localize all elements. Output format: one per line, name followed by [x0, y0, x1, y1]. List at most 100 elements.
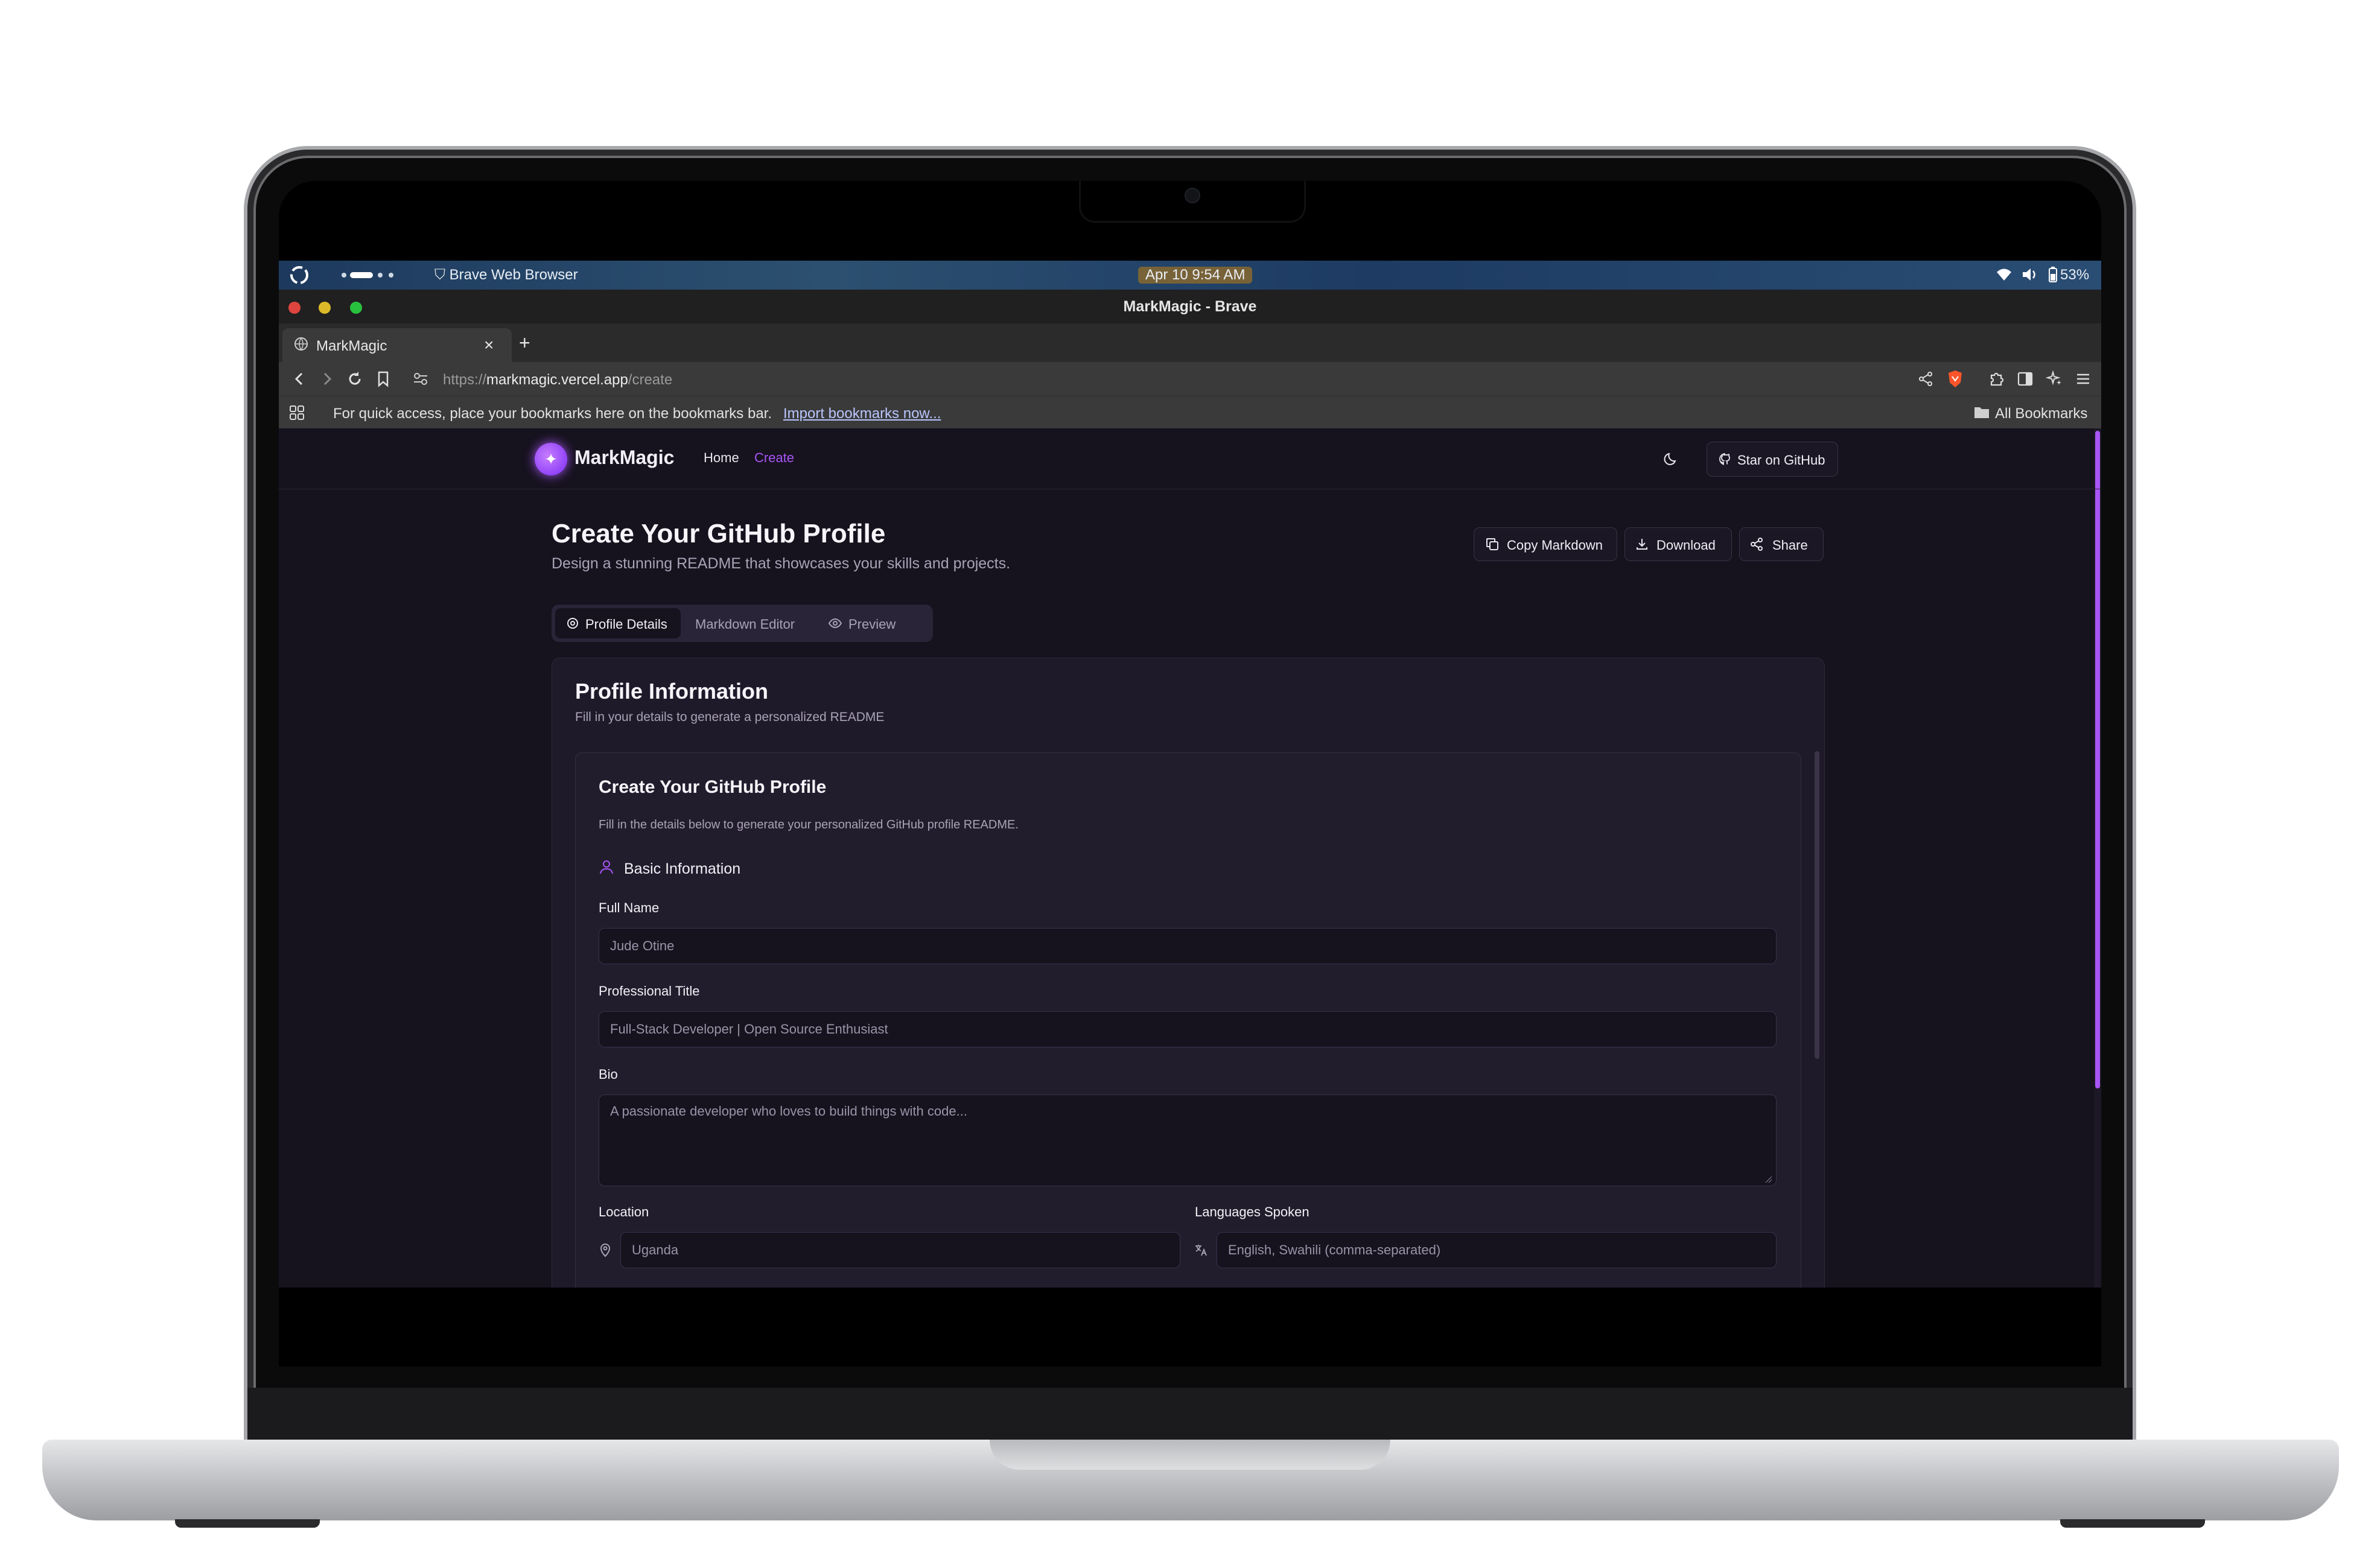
- browser-toolbar: https://markmagic.vercel.app/create: [279, 362, 2101, 396]
- share-button[interactable]: Share: [1739, 527, 1824, 561]
- tab-preview[interactable]: Preview: [848, 617, 896, 632]
- professional-title-input[interactable]: Full-Stack Developer | Open Source Enthu…: [599, 1011, 1777, 1047]
- site-settings-icon[interactable]: [413, 372, 428, 386]
- camera-icon: [1185, 188, 1200, 203]
- professional-title-label: Professional Title: [599, 983, 700, 999]
- user-icon: [599, 859, 614, 875]
- battery-icon[interactable]: [2048, 267, 2058, 282]
- form-scrollbar-thumb[interactable]: [1815, 751, 1819, 1059]
- copy-icon: [1485, 537, 1500, 551]
- wifi-icon[interactable]: [1995, 265, 2013, 284]
- location-label: Location: [599, 1204, 649, 1219]
- import-bookmarks-link[interactable]: Import bookmarks now...: [783, 405, 941, 422]
- page-subtitle: Design a stunning README that showcases …: [552, 555, 1011, 572]
- share-icon[interactable]: [1918, 370, 1933, 387]
- forward-icon[interactable]: [319, 370, 336, 387]
- back-icon[interactable]: [291, 370, 308, 387]
- copy-markdown-button[interactable]: Copy Markdown: [1474, 527, 1617, 561]
- eye-icon: [828, 617, 842, 630]
- profile-card-subtitle: Fill in your details to generate a perso…: [575, 710, 885, 724]
- resize-handle-icon[interactable]: [1764, 1175, 1772, 1183]
- languages-spoken-placeholder: English, Swahili (comma-separated): [1228, 1242, 1441, 1257]
- new-tab-button[interactable]: +: [519, 332, 530, 354]
- url-host: markmagic.vercel.app: [486, 372, 628, 388]
- window-title: MarkMagic - Brave: [1123, 298, 1257, 315]
- location-placeholder: Uganda: [632, 1242, 679, 1257]
- professional-title-placeholder: Full-Stack Developer | Open Source Enthu…: [610, 1021, 888, 1037]
- screen: ⛉ Brave Web Browser Apr 10 9:54 AM 53% M…: [279, 261, 2101, 1288]
- volume-icon[interactable]: [2020, 265, 2038, 284]
- apps-grid-icon[interactable]: [288, 404, 305, 421]
- menu-icon[interactable]: [2075, 370, 2092, 387]
- folder-icon: [1973, 405, 1990, 419]
- tab-profile-details[interactable]: Profile Details: [555, 608, 681, 638]
- map-pin-icon: [599, 1243, 612, 1257]
- os-top-bar: ⛉ Brave Web Browser Apr 10 9:54 AM 53%: [279, 261, 2101, 290]
- brand-name[interactable]: MarkMagic: [574, 446, 674, 469]
- tab-title: MarkMagic: [316, 338, 387, 354]
- tab-strip: MarkMagic × +: [279, 323, 2101, 362]
- full-name-placeholder: Jude Otine: [610, 938, 675, 953]
- globe-icon: [293, 336, 309, 352]
- page-title: Create Your GitHub Profile: [552, 519, 886, 548]
- trackpad-notch: [990, 1440, 1390, 1470]
- bookmarks-prompt: For quick access, place your bookmarks h…: [333, 405, 772, 422]
- share-label: Share: [1772, 538, 1808, 553]
- close-window-button[interactable]: [288, 302, 301, 314]
- star-github-label: Star on GitHub: [1737, 453, 1825, 468]
- form-card: Create Your GitHub Profile Fill in the d…: [575, 752, 1801, 1288]
- star-on-github-button[interactable]: Star on GitHub: [1707, 442, 1838, 477]
- tab-profile-details-label: Profile Details: [585, 617, 667, 632]
- nav-create-link[interactable]: Create: [754, 450, 794, 466]
- nav-home-link[interactable]: Home: [704, 450, 739, 466]
- tab-list: Profile Details Markdown Editor Preview: [552, 605, 933, 642]
- page-scrollbar-thumb[interactable]: [2095, 431, 2100, 1088]
- workspace-indicator[interactable]: [340, 269, 401, 281]
- brave-icon: ⛉: [434, 267, 445, 283]
- webpage: ✦ MarkMagic Home Create Star on GitHub C…: [279, 428, 2101, 1288]
- url-scheme: https://: [443, 372, 487, 388]
- reload-icon[interactable]: [346, 370, 363, 387]
- maximize-window-button[interactable]: [350, 302, 362, 314]
- minimize-window-button[interactable]: [319, 302, 331, 314]
- url-path: /create: [628, 372, 673, 388]
- os-menu-icon[interactable]: [288, 264, 310, 286]
- browser-tab[interactable]: MarkMagic ×: [282, 328, 512, 362]
- share-nodes-icon: [1749, 537, 1764, 551]
- full-name-input[interactable]: Jude Otine: [599, 928, 1777, 964]
- tab-markdown-editor[interactable]: Markdown Editor: [695, 617, 795, 632]
- full-name-label: Full Name: [599, 900, 660, 915]
- download-icon: [1635, 537, 1649, 551]
- location-input[interactable]: Uganda: [620, 1232, 1180, 1268]
- profile-card-title: Profile Information: [575, 679, 769, 704]
- laptop-foot-left: [175, 1519, 320, 1528]
- moon-icon[interactable]: [1663, 450, 1680, 467]
- app-indicator[interactable]: ⛉ Brave Web Browser: [434, 267, 578, 284]
- bookmark-icon[interactable]: [375, 370, 391, 387]
- all-bookmarks-button[interactable]: All Bookmarks: [1995, 405, 2087, 422]
- bio-textarea[interactable]: A passionate developer who loves to buil…: [599, 1094, 1777, 1186]
- brave-shields-icon[interactable]: [1947, 369, 1964, 389]
- clock[interactable]: Apr 10 9:54 AM: [1138, 267, 1253, 284]
- settings-icon: [566, 617, 579, 630]
- form-title: Create Your GitHub Profile: [599, 777, 827, 797]
- address-bar[interactable]: https://markmagic.vercel.app/create: [443, 372, 672, 389]
- languages-spoken-label: Languages Spoken: [1195, 1204, 1309, 1219]
- extensions-icon[interactable]: [1988, 370, 2005, 387]
- bio-placeholder: A passionate developer who loves to buil…: [610, 1104, 967, 1119]
- active-app-name: Brave Web Browser: [449, 267, 578, 283]
- leo-ai-icon[interactable]: [2046, 370, 2063, 387]
- copy-markdown-label: Copy Markdown: [1507, 538, 1603, 553]
- sparkle-logo-icon: ✦: [535, 443, 567, 475]
- github-icon: [1718, 452, 1732, 466]
- bio-label: Bio: [599, 1067, 618, 1082]
- download-button[interactable]: Download: [1624, 527, 1732, 561]
- bookmarks-bar: For quick access, place your bookmarks h…: [279, 396, 2101, 429]
- window-title-bar[interactable]: MarkMagic - Brave: [279, 290, 2101, 323]
- form-intro: Fill in the details below to generate yo…: [599, 818, 1019, 831]
- laptop-foot-right: [2060, 1519, 2205, 1528]
- battery-percent: 53%: [2060, 267, 2090, 283]
- sidebar-icon[interactable]: [2017, 370, 2034, 387]
- tab-close-icon[interactable]: ×: [484, 335, 494, 355]
- languages-spoken-input[interactable]: English, Swahili (comma-separated): [1217, 1232, 1777, 1268]
